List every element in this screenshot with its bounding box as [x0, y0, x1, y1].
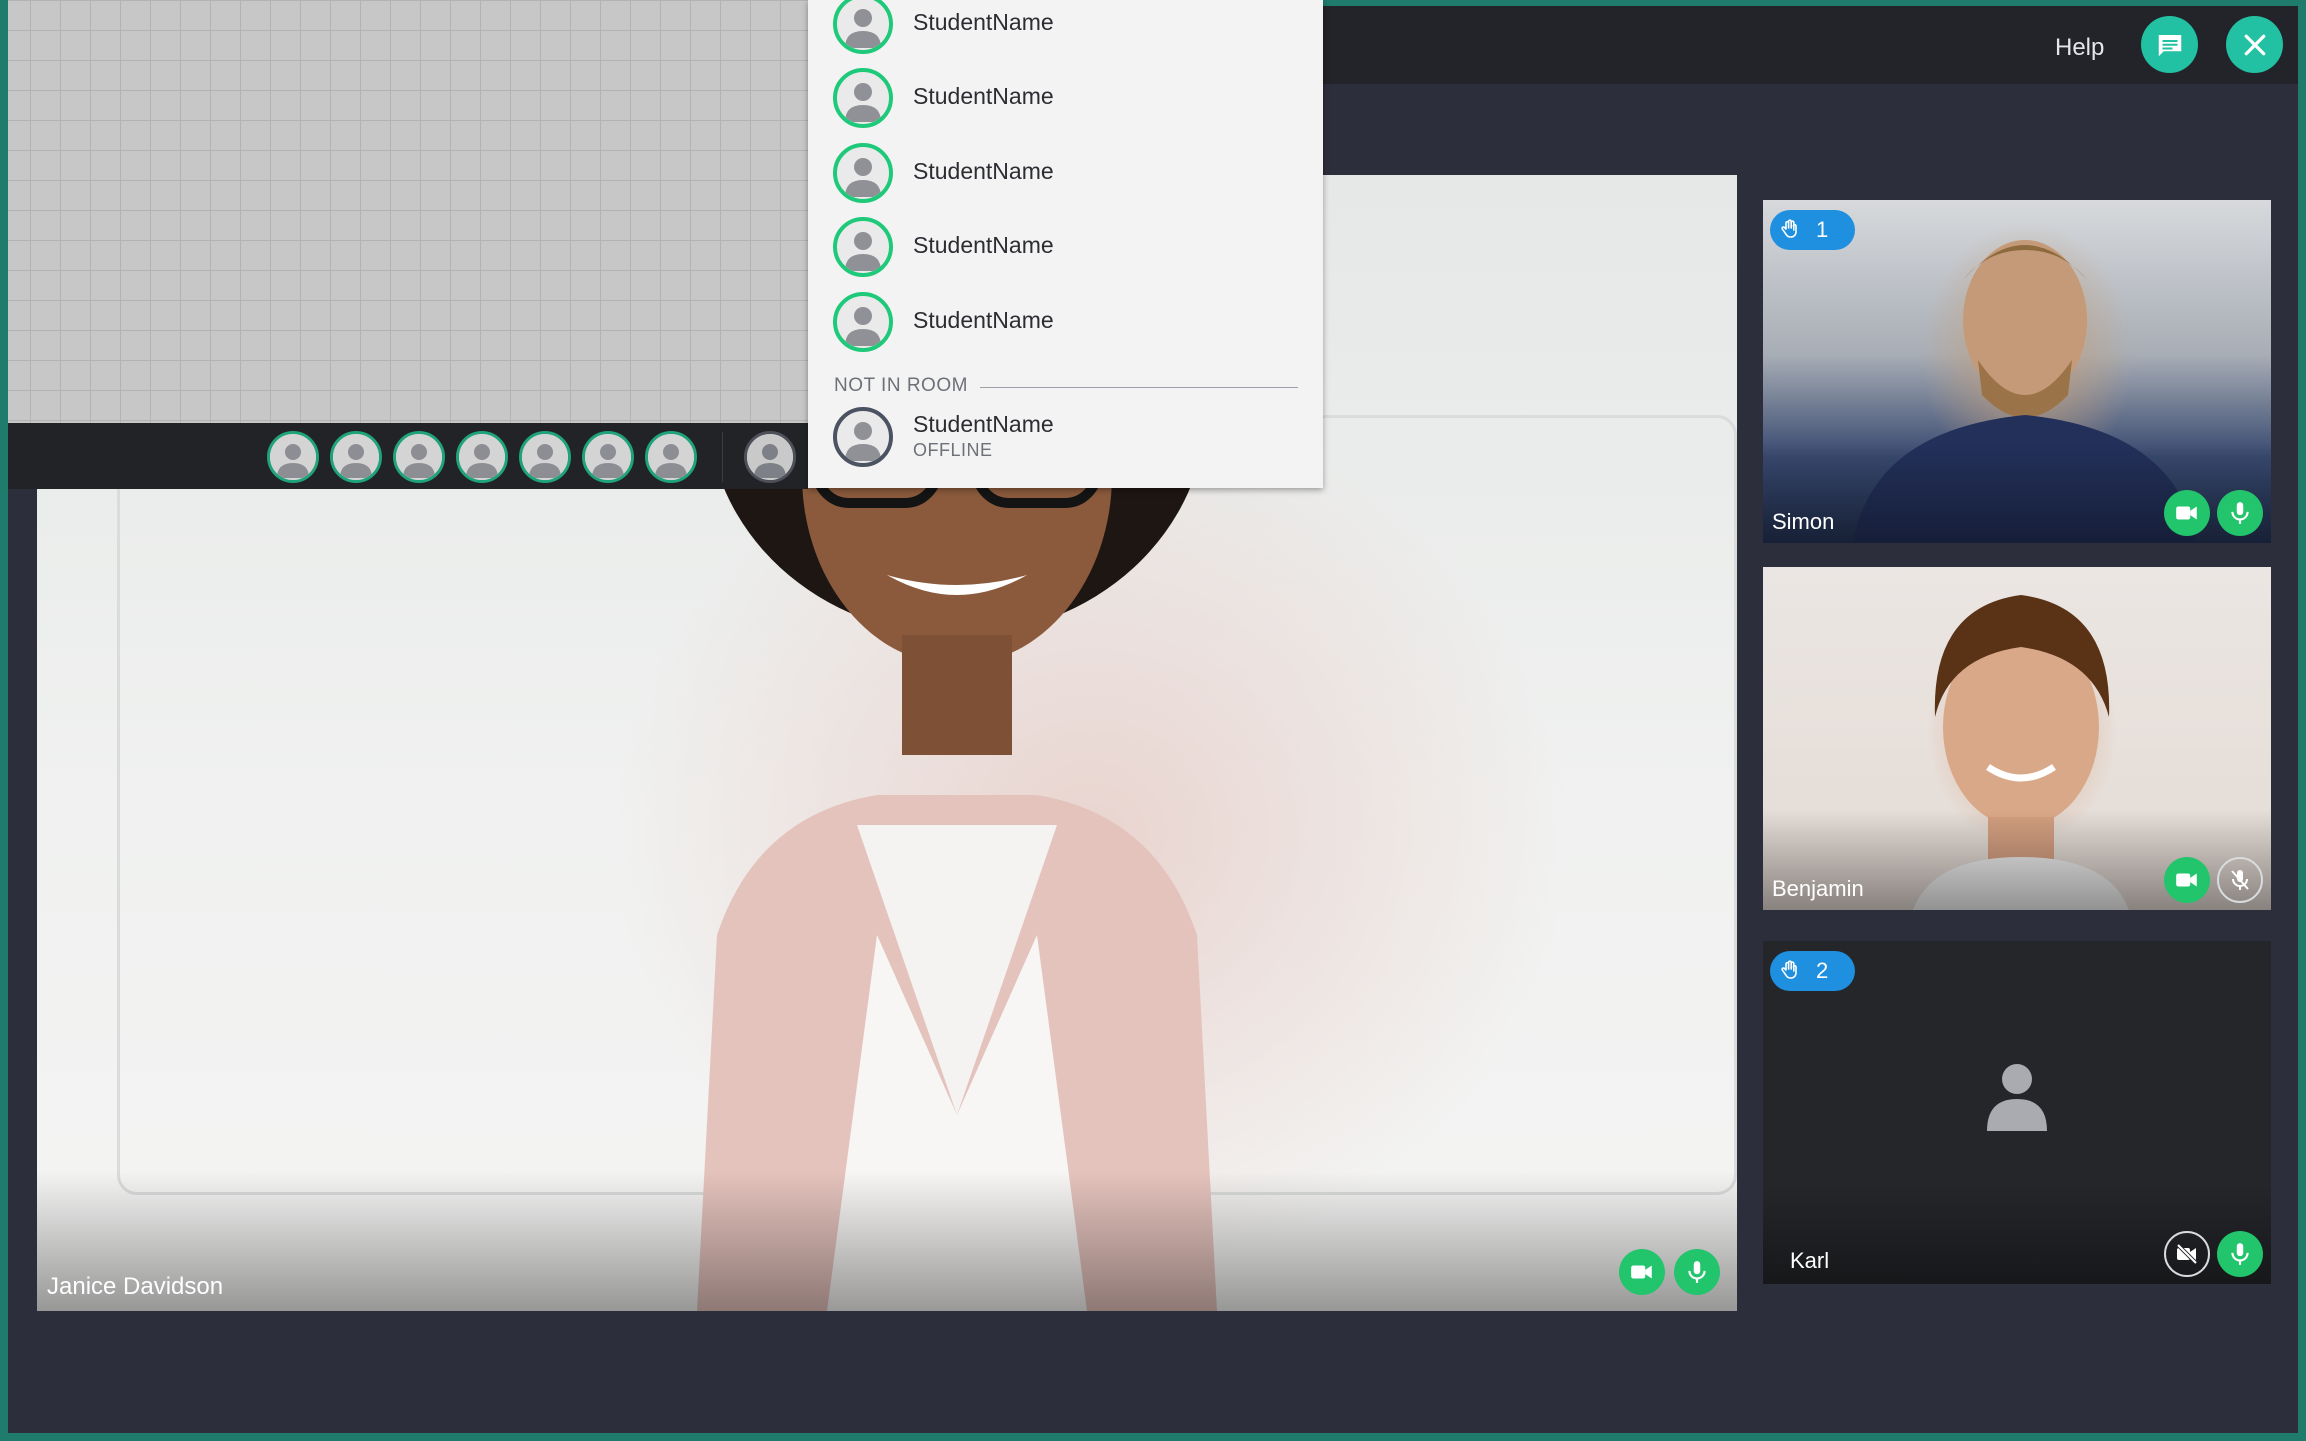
- user-avatar-icon: [648, 434, 694, 480]
- participant-avatar[interactable]: [456, 431, 508, 483]
- camera-toggle[interactable]: [2164, 490, 2210, 536]
- user-avatar-icon: [845, 307, 881, 346]
- camera-toggle[interactable]: [2164, 857, 2210, 903]
- close-session-button[interactable]: [2226, 16, 2283, 73]
- participant-name: StudentName: [913, 158, 1054, 184]
- participant-name: StudentName: [913, 232, 1054, 258]
- user-avatar-icon: [845, 232, 881, 271]
- microphone-muted-icon: [2231, 870, 2249, 890]
- user-avatar-icon: [459, 434, 505, 480]
- hand-raise-order: 1: [1816, 217, 1829, 242]
- participant-avatar[interactable]: [582, 431, 634, 483]
- user-avatar-icon: [522, 434, 568, 480]
- microphone-icon: [1688, 1261, 1706, 1283]
- participant-avatar[interactable]: [330, 431, 382, 483]
- raised-hand-badge: 2: [1770, 951, 1855, 991]
- participant-name: StudentName: [913, 307, 1054, 333]
- raised-hand-badge: 1: [1770, 210, 1855, 250]
- mic-toggle[interactable]: [2217, 1231, 2263, 1277]
- participant-name: StudentName: [913, 411, 1054, 437]
- help-link[interactable]: Help: [2055, 34, 2104, 62]
- user-avatar-icon: [585, 434, 631, 480]
- participant-status: OFFLINE: [913, 440, 993, 460]
- hand-raise-order: 2: [1816, 958, 1829, 983]
- participant-tile-karl[interactable]: 2 Karl: [1763, 941, 2271, 1284]
- mic-toggle[interactable]: [2217, 490, 2263, 536]
- chat-button[interactable]: [2141, 16, 2198, 73]
- participant-list-item-offline[interactable]: StudentName OFFLINE: [833, 407, 1303, 467]
- bar-divider: [722, 432, 723, 482]
- avatar: [833, 68, 893, 128]
- participant-list-item[interactable]: StudentName: [833, 292, 1303, 352]
- user-avatar-icon: [845, 9, 881, 48]
- participant-avatar[interactable]: [519, 431, 571, 483]
- user-avatar-icon: [396, 434, 442, 480]
- video-camera-icon: [1631, 1265, 1652, 1279]
- participant-name: Simon: [1772, 509, 1835, 534]
- participant-avatar-offline[interactable]: [744, 431, 796, 483]
- video-camera-icon: [2176, 873, 2197, 887]
- whiteboard-canvas[interactable]: [0, 0, 808, 423]
- section-divider: [980, 387, 1298, 388]
- user-avatar-icon: [845, 158, 881, 197]
- microphone-icon: [2231, 1243, 2249, 1265]
- avatar: [833, 217, 893, 277]
- participants-dropdown: StudentName StudentName StudentName Stud…: [808, 0, 1323, 488]
- participant-list-item[interactable]: StudentName: [833, 217, 1303, 277]
- participant-name: Benjamin: [1772, 876, 1864, 901]
- participant-tile-benjamin[interactable]: Benjamin: [1763, 567, 2271, 910]
- not-in-room-heading: NOT IN ROOM: [834, 375, 968, 396]
- user-avatar-icon: [333, 434, 379, 480]
- main-video-shade: [37, 1171, 1737, 1311]
- avatar: [833, 143, 893, 203]
- user-avatar-icon: [845, 422, 881, 461]
- participant-tile-simon[interactable]: 1 Simon: [1763, 200, 2271, 543]
- avatar: [833, 407, 893, 467]
- user-avatar-icon: [747, 434, 793, 480]
- participant-avatar[interactable]: [393, 431, 445, 483]
- video-camera-icon: [2176, 506, 2197, 520]
- participant-list-item[interactable]: StudentName: [833, 68, 1303, 128]
- participant-name: Karl: [1790, 1248, 1830, 1273]
- participant-avatar[interactable]: [267, 431, 319, 483]
- participant-list-item[interactable]: StudentName: [833, 143, 1303, 203]
- participant-list-item[interactable]: StudentName: [833, 0, 1303, 54]
- user-avatar-icon: [270, 434, 316, 480]
- close-icon: [2244, 34, 2265, 55]
- video-camera-off-icon: [2176, 1243, 2198, 1265]
- raised-hand-icon: [1781, 219, 1797, 238]
- avatar: [833, 292, 893, 352]
- main-mic-toggle[interactable]: [1674, 1249, 1720, 1295]
- main-video-name: Janice Davidson: [47, 1273, 224, 1300]
- person-placeholder-icon: [1987, 1064, 2047, 1131]
- mic-toggle[interactable]: [2217, 857, 2263, 903]
- raised-hand-icon: [1781, 960, 1797, 979]
- participant-name: StudentName: [913, 9, 1054, 35]
- chat-icon: [2158, 34, 2181, 56]
- participant-avatar[interactable]: [645, 431, 697, 483]
- main-camera-toggle[interactable]: [1619, 1249, 1665, 1295]
- avatar: [833, 0, 893, 54]
- microphone-icon: [2231, 502, 2249, 524]
- camera-toggle[interactable]: [2164, 1231, 2210, 1277]
- user-avatar-icon: [845, 83, 881, 122]
- participant-name: StudentName: [913, 83, 1054, 109]
